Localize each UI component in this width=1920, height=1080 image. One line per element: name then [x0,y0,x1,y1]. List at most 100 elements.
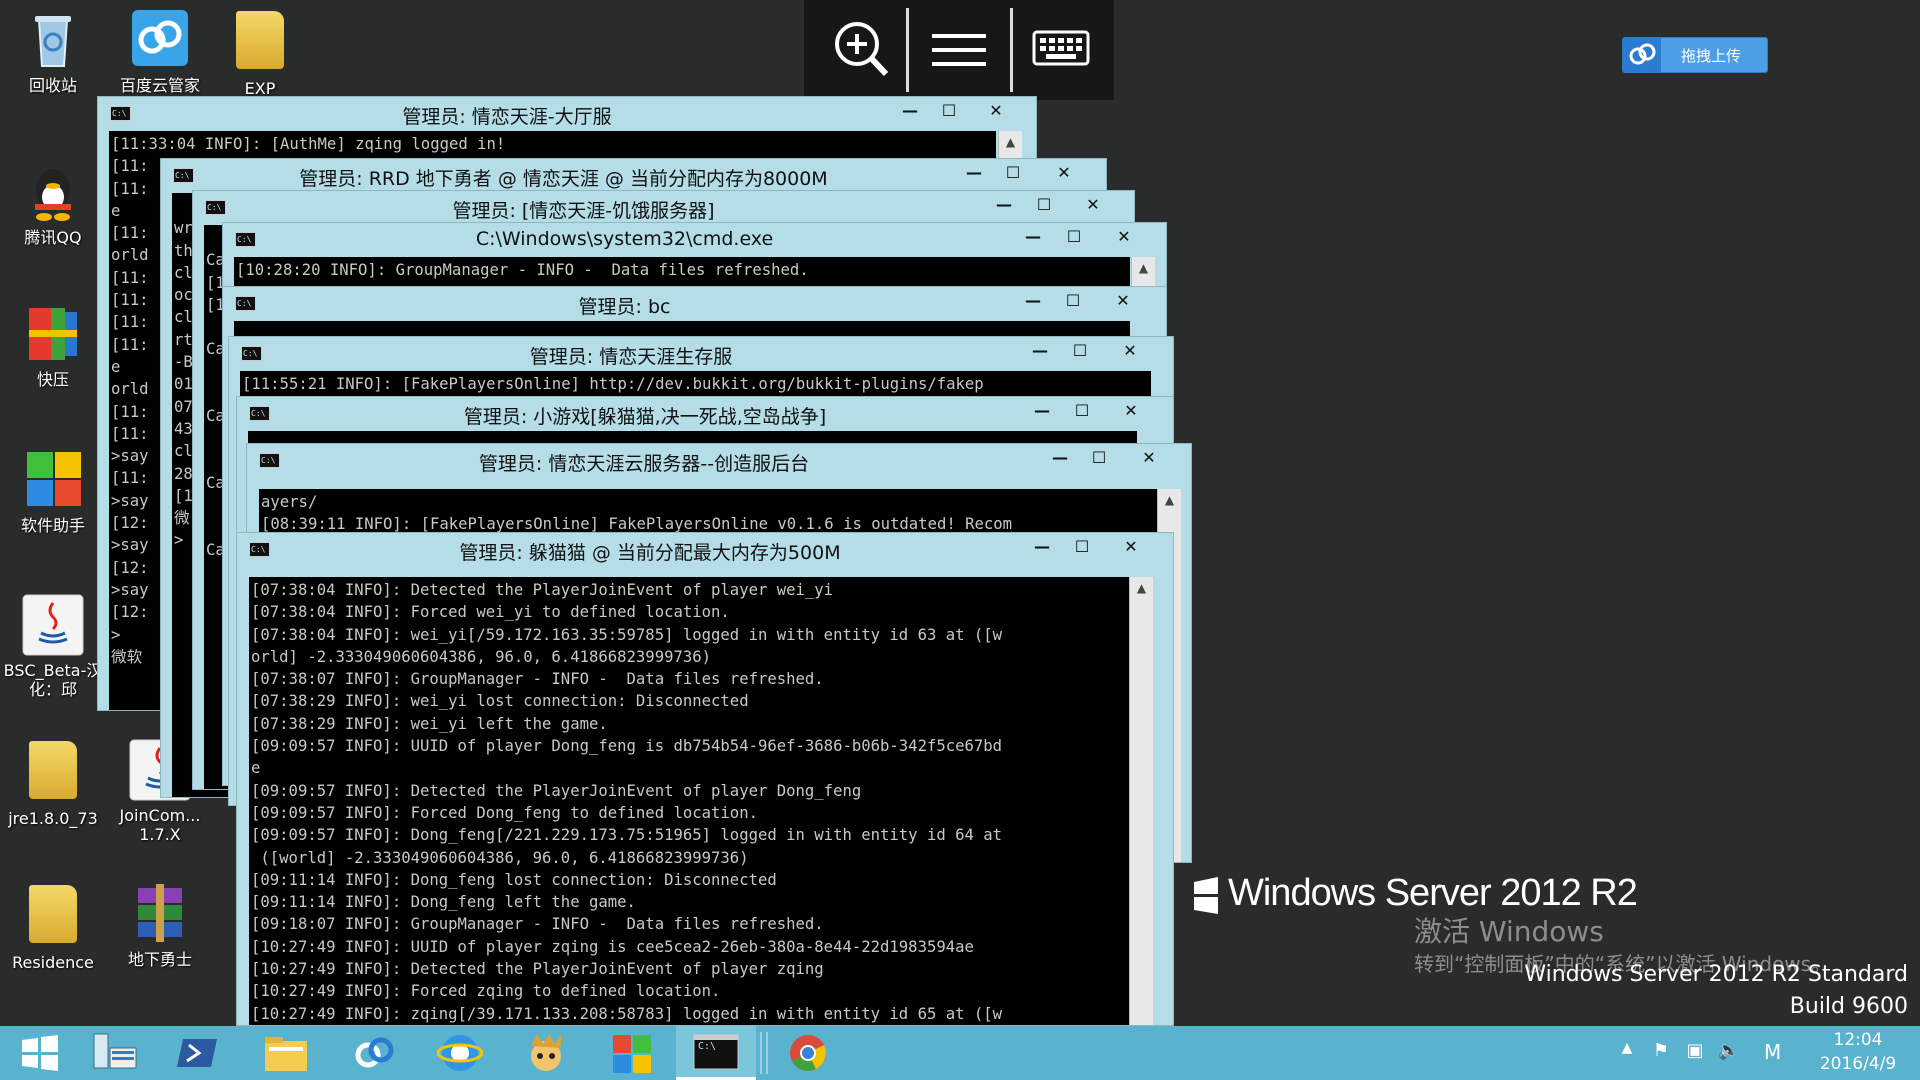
window-titlebar[interactable]: C:\ 管理员: 情恋天涯生存服 — ☐ ✕ [229,337,1173,369]
desktop-icon-qq[interactable]: 腾讯QQ [0,160,106,247]
desktop-icon-dixiayongshi[interactable]: 地下勇士 [107,882,213,969]
taskbar-game[interactable] [506,1026,586,1080]
zoom-in-icon [835,22,889,77]
close-button[interactable]: ✕ [1112,341,1148,365]
scroll-up-arrow[interactable]: ▲ [1158,489,1181,509]
taskbar-cmd[interactable]: C:\ [676,1026,756,1080]
close-button[interactable]: ✕ [1046,163,1082,187]
remote-toolbar [804,0,1114,100]
scrollbar[interactable]: ▲ [1129,577,1153,1025]
window-titlebar[interactable]: C:\ 管理员: 情恋天涯-大厅服 — ☐ ✕ [98,97,1036,129]
start-button[interactable] [0,1026,80,1080]
desktop-icon-jre[interactable]: jre1.8.0_73 [0,738,106,828]
desktop-icon-bsc-beta[interactable]: BSC_Beta-汉化：邱 [0,593,106,699]
maximize-button[interactable]: ☐ [1055,291,1091,315]
java-icon [21,593,85,657]
keyboard-icon [1032,30,1090,66]
maximize-button[interactable]: ☐ [1064,537,1100,561]
desktop-icon-software-helper[interactable]: 软件助手 [0,448,106,535]
close-button[interactable]: ✕ [1075,195,1111,219]
taskbar-browser[interactable] [420,1026,500,1080]
console-text [248,431,1137,433]
network-icon[interactable]: ▣ [1682,1040,1708,1064]
game-icon [531,1034,561,1071]
taskbar-powershell[interactable] [158,1026,238,1080]
window-titlebar[interactable]: C:\ 管理员: [情恋天涯-饥饿服务器] — ☐ ✕ [193,191,1134,223]
minimize-button[interactable]: — [1042,448,1078,472]
console-text: [07:38:04 INFO]: Detected the PlayerJoin… [251,581,1003,1023]
window-titlebar[interactable]: C:\ C:\Windows\system32\cmd.exe — ☐ ✕ [223,223,1166,255]
desktop-icon-kuaiya[interactable]: 快压 [0,302,106,389]
close-button[interactable]: ✕ [978,101,1014,125]
ime-indicator[interactable]: M [1764,1040,1781,1064]
minimize-button[interactable]: — [1024,537,1060,561]
maximize-button[interactable]: ☐ [995,163,1031,187]
qq-penguin-icon [21,160,85,224]
maximize-button[interactable]: ☐ [1056,227,1092,251]
cmd-icon: C:\ [693,1034,739,1069]
clock-date[interactable]: 2016/4/9 [1808,1054,1908,1074]
desktop-icon-residence[interactable]: Residence [0,882,106,972]
windows-store-icon [613,1035,651,1073]
window-titlebar[interactable]: C:\ 管理员: 躲猫猫 @ 当前分配最大内存为500M — ☐ ✕ [237,533,1173,565]
maximize-button[interactable]: ☐ [1081,448,1117,472]
zoom-in-button[interactable] [812,0,902,100]
minimize-button[interactable]: — [1015,227,1051,251]
window-title: 管理员: 情恋天涯云服务器--创造服后台 [478,453,810,475]
volume-muted-icon[interactable]: 🔈 [1716,1040,1742,1064]
minimize-button[interactable]: — [1015,291,1051,315]
svg-text:C:\: C:\ [698,1041,716,1052]
console-output[interactable]: [07:38:04 INFO]: Detected the PlayerJoin… [249,577,1129,1025]
drag-upload-button[interactable]: 拖拽上传 [1622,37,1768,73]
show-hidden-icons-button[interactable]: ▲ [1614,1040,1640,1064]
console-window-hide-and-seek[interactable]: C:\ 管理员: 躲猫猫 @ 当前分配最大内存为500M — ☐ ✕ [07:3… [236,532,1174,1026]
maximize-button[interactable]: ☐ [931,101,967,125]
activation-title: 激活 Windows [1414,915,1604,948]
maximize-button[interactable]: ☐ [1064,401,1100,425]
taskbar-file-explorer[interactable] [246,1026,326,1080]
minimize-button[interactable]: — [956,163,992,187]
desktop-icon-label: 回收站 [28,76,77,95]
folder-icon [21,741,85,805]
software-helper-icon [21,448,85,512]
taskbar-server-manager[interactable] [74,1026,154,1080]
taskbar-baidu-cloud[interactable] [334,1026,414,1080]
baidu-cloud-icon [128,8,192,72]
minimize-button[interactable]: — [986,195,1022,219]
desktop-icon-recycle-bin[interactable]: 回收站 [0,8,106,95]
action-center-flag-icon[interactable]: ⚑ [1648,1040,1674,1064]
taskbar-chrome[interactable] [768,1026,848,1080]
taskbar-windows-store[interactable] [592,1026,672,1080]
window-titlebar[interactable]: C:\ 管理员: 情恋天涯云服务器--创造服后台 — ☐ ✕ [247,444,1191,476]
window-title: 管理员: [情恋天涯-饥饿服务器] [452,200,715,222]
scroll-up-arrow[interactable]: ▲ [999,131,1022,151]
maximize-button[interactable]: ☐ [1062,341,1098,365]
scroll-up-arrow[interactable]: ▲ [1130,577,1153,597]
clock-time[interactable]: 12:04 [1818,1030,1898,1050]
desktop-icon-baidu-cloud[interactable]: 百度云管家 [107,8,213,95]
menu-icon [932,34,986,66]
desktop-icon-label: 百度云管家 [119,76,200,95]
folder-icon [228,11,292,75]
window-titlebar[interactable]: C:\ 管理员: bc — ☐ ✕ [223,287,1166,319]
minimize-button[interactable]: — [1024,401,1060,425]
scroll-up-arrow[interactable]: ▲ [1132,257,1155,277]
close-button[interactable]: ✕ [1113,401,1149,425]
menu-button[interactable] [914,0,1004,100]
ie-icon [437,1035,483,1071]
keyboard-button[interactable] [1016,0,1106,100]
close-button[interactable]: ✕ [1106,227,1142,251]
close-button[interactable]: ✕ [1105,291,1141,315]
minimize-button[interactable]: — [892,101,928,125]
close-button[interactable]: ✕ [1113,537,1149,561]
window-titlebar[interactable]: C:\ 管理员: RRD 地下勇者 @ 情恋天涯 @ 当前分配内存为8000M … [161,159,1106,191]
console-text: ayers/ [08:39:11 INFO]: [FakePlayersOnli… [261,493,1013,534]
close-button[interactable]: ✕ [1131,448,1167,472]
window-titlebar[interactable]: C:\ 管理员: 小游戏[躲猫猫,决一死战,空岛战争] — ☐ ✕ [237,397,1173,429]
desktop-icon-exp[interactable]: EXP [210,8,310,98]
maximize-button[interactable]: ☐ [1026,195,1062,219]
baidu-cloud-icon [1623,38,1661,72]
kuaiya-icon [21,302,85,366]
minimize-button[interactable]: — [1022,341,1058,365]
baidu-cloud-icon [355,1037,394,1068]
